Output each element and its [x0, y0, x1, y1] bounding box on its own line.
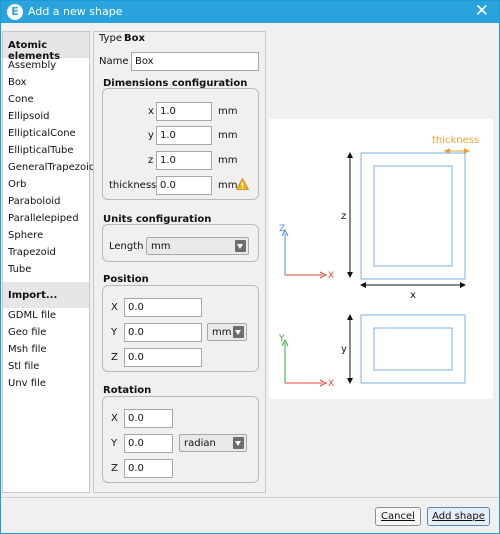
- x-axis-label-front: X: [328, 271, 334, 281]
- import-item-gdml[interactable]: GDML file: [8, 310, 56, 321]
- dim-x-unit: mm: [218, 106, 238, 117]
- type-value: Box: [124, 33, 145, 44]
- import-item-msh[interactable]: Msh file: [8, 344, 47, 355]
- dim-z-unit: mm: [218, 155, 238, 166]
- thickness-unit: mm: [218, 180, 238, 191]
- length-label: Length: [109, 241, 144, 252]
- cancel-button[interactable]: Cancel: [375, 507, 421, 526]
- window-title: Add a new shape: [28, 5, 123, 18]
- import-item-geo[interactable]: Geo file: [8, 327, 46, 338]
- thickness-annotation: thickness: [432, 135, 479, 146]
- rot-x-label: X: [111, 413, 118, 424]
- pos-y-label: Y: [111, 327, 118, 338]
- dim-x-label: x: [148, 106, 154, 117]
- shape-item-tube[interactable]: Tube: [8, 264, 31, 275]
- footer-divider: [1, 497, 499, 498]
- app-logo-icon: E: [7, 4, 23, 20]
- rotation-unit-value: radian: [184, 438, 216, 449]
- pos-y-input[interactable]: 0.0: [124, 323, 202, 342]
- thickness-label: thickness: [109, 180, 157, 191]
- shape-item-ellipticaltube[interactable]: EllipticalTube: [8, 145, 74, 156]
- shape-item-ellipticalcone[interactable]: EllipticalCone: [8, 128, 76, 139]
- warning-glyph: !: [241, 181, 245, 190]
- shape-item-sphere[interactable]: Sphere: [8, 230, 43, 241]
- shape-item-ellipsoid[interactable]: Ellipsoid: [8, 111, 49, 122]
- rot-y-label: Y: [111, 438, 118, 449]
- inner-box-front: [373, 165, 453, 267]
- close-icon[interactable]: ✕: [475, 2, 489, 20]
- warning-icon: !: [236, 178, 249, 190]
- dim-z-label: z: [148, 155, 154, 166]
- dim-z-input[interactable]: 1.0: [156, 151, 212, 170]
- type-label: Type: [99, 33, 122, 44]
- position-title: Position: [103, 274, 149, 285]
- shape-item-assembly[interactable]: Assembly: [8, 60, 56, 71]
- box-diagram: thickness z x Z X y Y X: [278, 135, 479, 389]
- length-unit-select[interactable]: mm: [146, 237, 249, 255]
- shape-preview: thickness z x Z X y Y X: [269, 119, 493, 399]
- z-axis-label: Z: [279, 224, 285, 234]
- dim-x-input[interactable]: 1.0: [156, 102, 212, 121]
- import-item-unv[interactable]: Unv file: [8, 378, 46, 389]
- cancel-button-label: Cancel: [381, 511, 415, 522]
- x-axis-label-top: X: [328, 379, 334, 389]
- pos-z-label: Z: [111, 352, 118, 363]
- outer-box-top: [360, 314, 466, 384]
- pos-x-input[interactable]: 0.0: [124, 298, 202, 317]
- chevron-down-icon: [233, 326, 244, 338]
- add-shape-button-label: Add shape: [432, 511, 485, 522]
- rotation-unit-select[interactable]: radian: [179, 434, 247, 452]
- rot-x-input[interactable]: 0.0: [124, 409, 173, 428]
- shape-item-orb[interactable]: Orb: [8, 179, 26, 190]
- rot-y-input[interactable]: 0.0: [124, 434, 173, 453]
- import-item-stl[interactable]: Stl file: [8, 361, 39, 372]
- name-input[interactable]: Box: [131, 52, 259, 71]
- add-shape-dialog: E Add a new shape ✕ Atomic elements Asse…: [0, 0, 500, 534]
- rot-z-input[interactable]: 0.0: [124, 459, 173, 478]
- z-dimension-label: z: [341, 211, 346, 222]
- dim-y-unit: mm: [218, 130, 238, 141]
- y-axis-label: Y: [278, 334, 285, 344]
- shape-item-parallelepiped[interactable]: Parallelepiped: [8, 213, 79, 224]
- outer-box-front: [360, 152, 466, 280]
- shape-item-trapezoid[interactable]: Trapezoid: [8, 247, 56, 258]
- pos-x-label: X: [111, 302, 118, 313]
- shape-item-paraboloid[interactable]: Paraboloid: [8, 196, 60, 207]
- rot-z-label: Z: [111, 463, 118, 474]
- inner-box-top: [373, 327, 453, 371]
- length-unit-value: mm: [151, 241, 171, 252]
- dim-y-label: y: [148, 130, 154, 141]
- dim-y-input[interactable]: 1.0: [156, 126, 212, 145]
- add-shape-button[interactable]: Add shape: [427, 507, 490, 526]
- chevron-down-icon: [235, 240, 246, 252]
- shape-item-box[interactable]: Box: [8, 77, 27, 88]
- thickness-input[interactable]: 0.0: [156, 176, 212, 195]
- y-dimension-label: y: [341, 344, 347, 355]
- position-unit-select[interactable]: mm: [207, 323, 247, 341]
- pos-z-input[interactable]: 0.0: [124, 348, 202, 367]
- rotation-title: Rotation: [103, 385, 152, 396]
- title-bar[interactable]: E Add a new shape ✕: [1, 1, 499, 23]
- position-unit-value: mm: [212, 327, 232, 338]
- x-dimension-label: x: [410, 290, 416, 301]
- shape-item-generaltrapezoid[interactable]: GeneralTrapezoid: [8, 162, 95, 173]
- chevron-down-icon: [233, 437, 244, 449]
- shape-config-panel: Type Box Name Box Dimensions configurati…: [93, 31, 266, 493]
- shape-item-cone[interactable]: Cone: [8, 94, 34, 105]
- name-label: Name: [99, 56, 129, 67]
- shape-list-panel: Atomic elements Assembly Box Cone Ellips…: [2, 31, 95, 493]
- import-header: Import...: [3, 282, 89, 308]
- atomic-elements-header: Atomic elements: [3, 32, 89, 62]
